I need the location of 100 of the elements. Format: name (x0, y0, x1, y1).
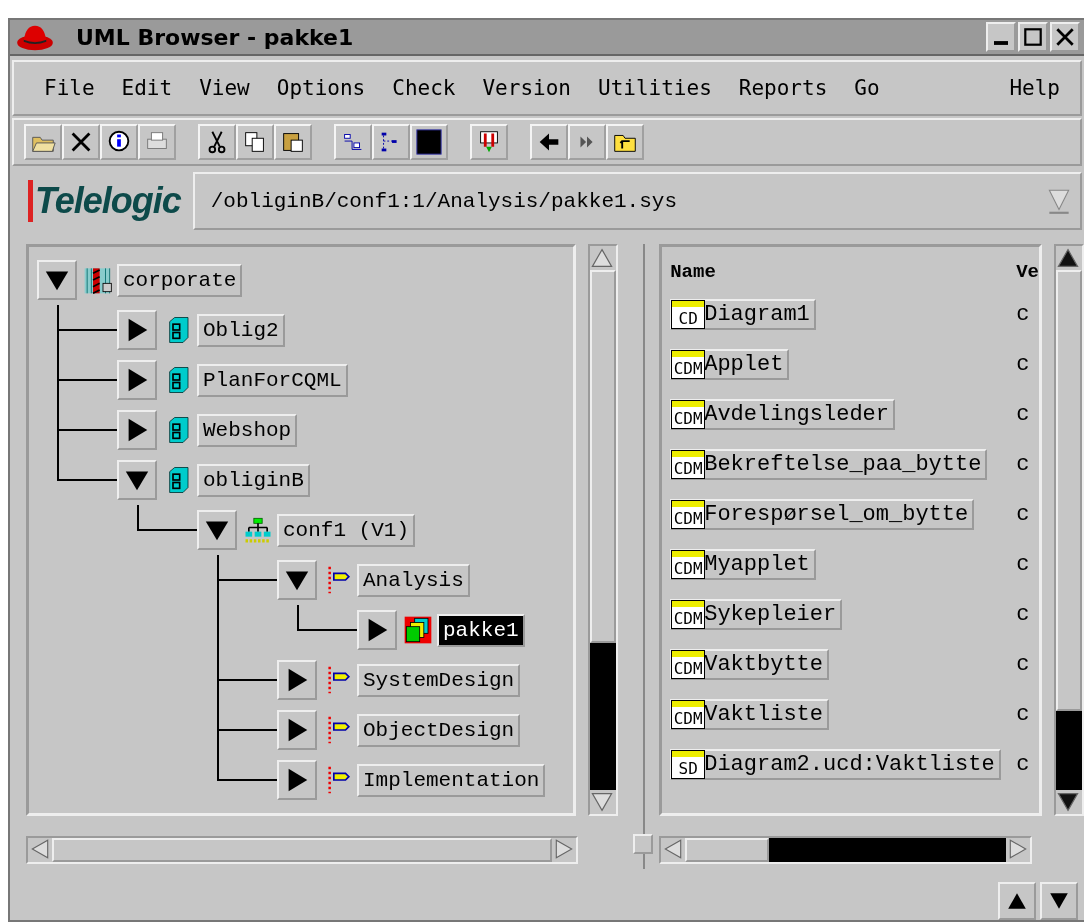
tree-node[interactable]: pakke1 (437, 613, 525, 647)
expand-toggle[interactable] (117, 460, 157, 500)
diagram-type-badge: SD (672, 750, 705, 778)
horizontal-scrollbar[interactable] (659, 836, 1032, 864)
column-header: Name (670, 261, 717, 283)
diagram-type-badge: CDM (672, 350, 705, 378)
tree-node[interactable]: Implementation (357, 763, 546, 797)
close-icon (1054, 26, 1076, 48)
expand-toggle[interactable] (277, 660, 317, 700)
expand-toggle[interactable] (277, 760, 317, 800)
menu-item[interactable]: Reports (738, 76, 828, 100)
table-cell: c (1016, 651, 1030, 677)
minimize-icon (994, 41, 1008, 45)
info-button[interactable] (100, 124, 138, 160)
cut-button[interactable] (198, 124, 236, 160)
list-item[interactable]: CD Diagram1 (670, 298, 816, 330)
scroll-down-button[interactable] (1040, 882, 1078, 920)
scroll-thumb[interactable] (685, 838, 770, 862)
tree-node[interactable]: Analysis (357, 563, 470, 597)
down-arrow-icon (589, 790, 614, 814)
up-arrow-icon (589, 246, 614, 270)
merge-button[interactable] (470, 124, 508, 160)
menu-item[interactable]: Version (482, 76, 571, 100)
tree-node[interactable]: Oblig2 (197, 313, 285, 347)
folder-up-button[interactable] (606, 124, 644, 160)
close-button[interactable] (62, 124, 100, 160)
scroll-thumb[interactable] (1056, 270, 1082, 711)
scroll-thumb[interactable] (52, 838, 552, 862)
expand-toggle[interactable] (277, 560, 317, 600)
table-cell: c (1016, 301, 1030, 327)
item-name: Sykepleier (704, 601, 837, 627)
window-title: UML Browser - pakke1 (76, 24, 355, 50)
diagram-type-badge: CDM (672, 550, 705, 578)
view-button[interactable] (410, 124, 448, 160)
table-cell: c (1016, 551, 1030, 577)
column-header: Ve (1016, 261, 1039, 283)
scroll-thumb[interactable] (589, 270, 616, 644)
diagram-type-badge: CDM (672, 450, 705, 478)
hierarchy-icon (243, 515, 273, 545)
diagram-type-badge: CDM (672, 500, 705, 528)
item-name: Myapplet (704, 551, 810, 577)
vertical-scrollbar[interactable] (587, 244, 618, 816)
expand-toggle[interactable] (37, 260, 77, 300)
menu-item[interactable]: Check (392, 76, 456, 100)
diagram-type-badge: CDM (672, 400, 705, 428)
menu-item[interactable]: Go (854, 76, 880, 100)
diagram-type-badge: CDM (672, 650, 705, 678)
table-cell: c (1016, 351, 1030, 377)
copy-button[interactable] (236, 124, 274, 160)
vertical-scrollbar[interactable] (1054, 244, 1084, 816)
tree-node[interactable]: obliginB (197, 463, 310, 497)
table-cell: c (1016, 501, 1030, 527)
item-name: Avdelingsleder (704, 401, 890, 427)
menu-item[interactable]: Options (276, 76, 366, 100)
diagram-type-badge: CDM (672, 600, 705, 628)
scroll-up-button[interactable] (998, 882, 1036, 920)
horizontal-scrollbar[interactable] (26, 836, 578, 864)
paste-button[interactable] (274, 124, 312, 160)
expand-toggle[interactable] (117, 310, 157, 350)
tree-button[interactable] (372, 124, 410, 160)
open-button[interactable] (24, 124, 62, 160)
print-button[interactable] (138, 124, 176, 160)
maximize-button[interactable] (1018, 22, 1048, 52)
path-field[interactable]: /obliginB/conf1:1/Analysis/pakke1.sys (192, 172, 1082, 230)
item-name: Diagram1 (704, 301, 810, 327)
table-cell: c (1016, 601, 1030, 627)
item-name: Vaktliste (704, 701, 823, 727)
splitter-handle[interactable] (633, 834, 654, 854)
menu-item[interactable]: Edit (121, 76, 173, 100)
back-button[interactable] (530, 124, 568, 160)
up-arrow-icon (1056, 246, 1080, 270)
minimize-button[interactable] (986, 22, 1016, 52)
item-name: Bekreftelse_paa_bytte (704, 451, 982, 477)
table-cell: c (1016, 401, 1030, 427)
filled-square-icon (414, 128, 444, 156)
expand-toggle[interactable] (117, 410, 157, 450)
tree-node[interactable]: PlanForCQML (197, 363, 348, 397)
menu-item[interactable]: File (44, 76, 95, 100)
item-name: Vaktbytte (704, 651, 823, 677)
item-name: Applet (704, 351, 784, 377)
menu-item[interactable]: Help (1009, 76, 1060, 100)
menu-item[interactable]: View (199, 76, 250, 100)
tree-node[interactable]: corporate (117, 263, 243, 297)
forward-button[interactable] (568, 124, 606, 160)
tree-node[interactable]: conf1 (V1) (277, 513, 416, 547)
table-cell: c (1016, 451, 1030, 477)
expand-toggle[interactable] (277, 710, 317, 750)
menu-item[interactable]: Utilities (598, 76, 712, 100)
list-item[interactable]: SD Diagram2.ucd:Vaktliste (670, 748, 1001, 780)
tree-node[interactable]: ObjectDesign (357, 713, 521, 747)
close-button[interactable] (1050, 22, 1080, 52)
expand-toggle[interactable] (117, 360, 157, 400)
logo: Telelogic (28, 180, 181, 222)
expand-toggle[interactable] (357, 610, 397, 650)
diagram-button[interactable] (334, 124, 372, 160)
tree-node[interactable]: Webshop (197, 413, 298, 447)
diagram-type-badge: CD (672, 300, 705, 328)
tree-node[interactable]: SystemDesign (357, 663, 521, 697)
maximize-icon (1022, 26, 1044, 48)
expand-toggle[interactable] (197, 510, 237, 550)
